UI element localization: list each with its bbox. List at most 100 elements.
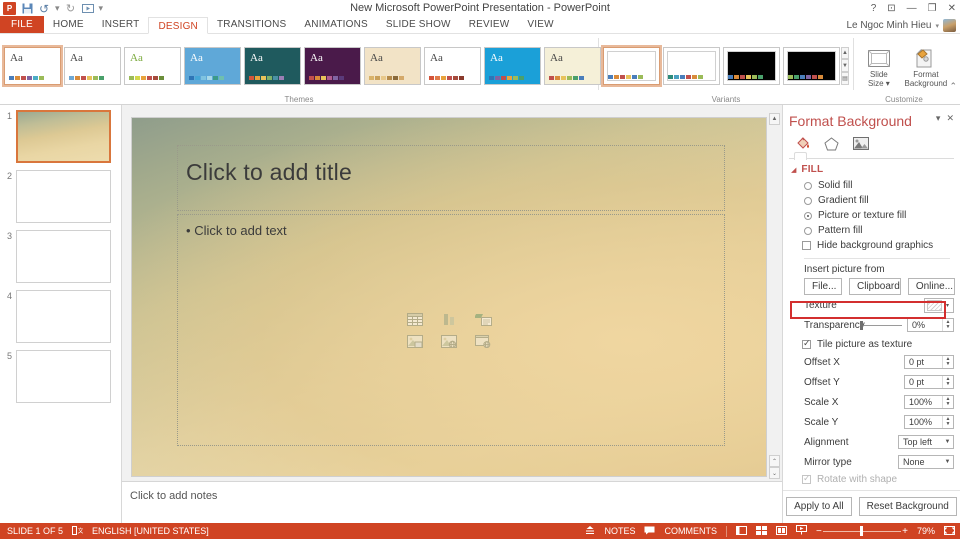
tab-slide-show[interactable]: SLIDE SHOW: [377, 16, 460, 33]
slide-sorter-icon[interactable]: [755, 525, 767, 537]
tile-picture-as-texture-checkbox[interactable]: [802, 338, 811, 349]
language-icon[interactable]: 文: [72, 525, 84, 537]
reset-background-button[interactable]: Reset Background: [858, 497, 957, 516]
tab-animations[interactable]: ANIMATIONS: [295, 16, 376, 33]
tab-design[interactable]: DESIGN: [148, 17, 208, 34]
tab-insert[interactable]: INSERT: [93, 16, 149, 33]
hide-background-graphics-checkbox[interactable]: [802, 241, 811, 250]
scale-y-spin-buttons[interactable]: ▲ ▼: [942, 416, 953, 428]
zoom-in-icon[interactable]: +: [902, 526, 908, 537]
redo-icon[interactable]: ↻: [65, 3, 77, 15]
normal-view-icon[interactable]: [735, 525, 747, 537]
pattern-fill-radio[interactable]: [804, 226, 812, 235]
undo-dropdown-caret[interactable]: ▾: [55, 3, 60, 14]
comments-button-label[interactable]: COMMENTS: [664, 526, 717, 536]
transparency-spinner[interactable]: 0% ▲ ▼: [907, 318, 954, 332]
picture-icon[interactable]: [852, 136, 869, 151]
themes-gallery[interactable]: Aa Aa Aa Aa Aa Aa Aa Aa Aa Aa: [2, 44, 601, 87]
option-tile-picture-as-texture[interactable]: Tile picture as texture: [783, 337, 960, 352]
scroll-up-icon[interactable]: ▲: [769, 113, 780, 125]
variants-more-icon[interactable]: ▤: [841, 71, 849, 85]
slide-thumbnail-preview[interactable]: [16, 350, 111, 403]
slide-thumbnail-preview[interactable]: [16, 170, 111, 223]
theme-10[interactable]: Aa: [544, 46, 601, 85]
language-label[interactable]: ENGLISH [UNITED STATES]: [92, 526, 209, 536]
variant-4[interactable]: [783, 46, 840, 85]
slide-thumbnails-pane[interactable]: 1 2 3 4 5: [0, 105, 122, 523]
transparency-slider[interactable]: [856, 319, 902, 331]
theme-9[interactable]: Aa: [484, 46, 541, 85]
title-placeholder[interactable]: Click to add title: [177, 145, 725, 211]
variant-2[interactable]: [663, 46, 720, 85]
insert-online-picture-icon[interactable]: [438, 332, 460, 350]
scale-y-spinner[interactable]: 100% ▲ ▼: [904, 415, 954, 429]
collapse-ribbon-icon[interactable]: ⌃: [949, 81, 957, 92]
fill-section-expand-icon[interactable]: ◢: [791, 166, 796, 174]
theme-1[interactable]: Aa: [2, 44, 63, 87]
scale-x-spinner[interactable]: 100% ▲ ▼: [904, 395, 954, 409]
theme-2[interactable]: Aa: [64, 46, 121, 85]
previous-slide-icon[interactable]: ⌃: [769, 455, 780, 467]
variants-scroll[interactable]: ▲ ▼ ▤: [841, 46, 849, 85]
slide-thumbnail-preview[interactable]: [16, 230, 111, 283]
mirror-type-dropdown[interactable]: None ▼: [898, 455, 954, 469]
tab-transitions[interactable]: TRANSITIONS: [208, 16, 295, 33]
slideshow-icon[interactable]: [795, 525, 807, 537]
slide-vertical-scrollbar[interactable]: ▲ ⌃ ⌄: [769, 113, 780, 479]
variants-scroll-down-icon[interactable]: ▼: [841, 59, 849, 72]
transparency-spin-buttons[interactable]: ▲ ▼: [942, 319, 953, 331]
start-slideshow-icon[interactable]: [81, 3, 94, 15]
slide-size-button[interactable]: Slide Size ▾: [858, 43, 900, 88]
panel-menu-icon[interactable]: ▾: [936, 113, 941, 124]
help-icon[interactable]: ?: [871, 3, 877, 14]
avatar[interactable]: [943, 19, 956, 32]
fit-slide-icon[interactable]: [944, 525, 955, 537]
theme-8[interactable]: Aa: [424, 46, 481, 85]
content-placeholder[interactable]: • Click to add text: [177, 214, 725, 446]
theme-5[interactable]: Aa: [244, 46, 301, 85]
mirror-type-caret-icon[interactable]: ▼: [942, 459, 953, 465]
slide-thumbnail-preview[interactable]: [16, 290, 111, 343]
close-icon[interactable]: ✕: [948, 3, 956, 14]
texture-picker[interactable]: ▾: [924, 298, 954, 313]
ribbon-display-options-icon[interactable]: ⊡: [887, 3, 895, 14]
slide-thumbnail-3[interactable]: 3: [0, 230, 121, 283]
insert-video-icon[interactable]: [472, 332, 494, 350]
offset-x-spinner[interactable]: 0 pt ▲ ▼: [904, 355, 954, 369]
customize-qat-icon[interactable]: ▾: [99, 3, 104, 14]
notes-pane[interactable]: Click to add notes: [122, 481, 782, 523]
option-pattern-fill[interactable]: Pattern fill: [783, 223, 960, 238]
theme-6[interactable]: Aa: [304, 46, 361, 85]
notes-button-label[interactable]: NOTES: [604, 526, 635, 536]
variants-gallery[interactable]: [601, 44, 840, 87]
undo-icon[interactable]: ↺: [38, 2, 50, 16]
insert-from-clipboard-button[interactable]: Clipboard: [849, 278, 901, 295]
panel-close-icon[interactable]: ✕: [946, 113, 954, 124]
theme-3[interactable]: Aa: [124, 46, 181, 85]
slide-size-caret-icon[interactable]: ▾: [886, 79, 890, 88]
theme-4[interactable]: Aa: [184, 46, 241, 85]
zoom-out-icon[interactable]: −: [816, 526, 822, 537]
comment-icon[interactable]: [644, 526, 655, 537]
solid-fill-radio[interactable]: [804, 181, 812, 190]
offset-y-spinner[interactable]: 0 pt ▲ ▼: [904, 375, 954, 389]
alignment-caret-icon[interactable]: ▼: [942, 439, 953, 445]
gradient-fill-radio[interactable]: [804, 196, 812, 205]
notes-icon[interactable]: [585, 525, 595, 537]
tab-view[interactable]: VIEW: [518, 16, 562, 33]
variant-1[interactable]: [601, 44, 662, 87]
insert-smartart-icon[interactable]: [472, 310, 494, 328]
slide-thumbnail-4[interactable]: 4: [0, 290, 121, 343]
tab-file[interactable]: FILE: [0, 16, 44, 33]
tab-review[interactable]: REVIEW: [460, 16, 519, 33]
alignment-dropdown[interactable]: Top left ▼: [898, 435, 954, 449]
option-hide-background-graphics[interactable]: Hide background graphics: [783, 238, 960, 253]
picture-or-texture-fill-radio[interactable]: [804, 211, 812, 220]
option-solid-fill[interactable]: Solid fill: [783, 178, 960, 193]
minimize-icon[interactable]: —: [907, 3, 917, 14]
variants-scroll-up-icon[interactable]: ▲: [841, 46, 849, 60]
zoom-slider[interactable]: − +: [816, 526, 908, 537]
zoom-knob[interactable]: [859, 526, 863, 536]
account-caret-icon[interactable]: ▾: [935, 22, 939, 30]
account-area[interactable]: Le Ngoc Minh Hieu ▾: [846, 17, 956, 34]
